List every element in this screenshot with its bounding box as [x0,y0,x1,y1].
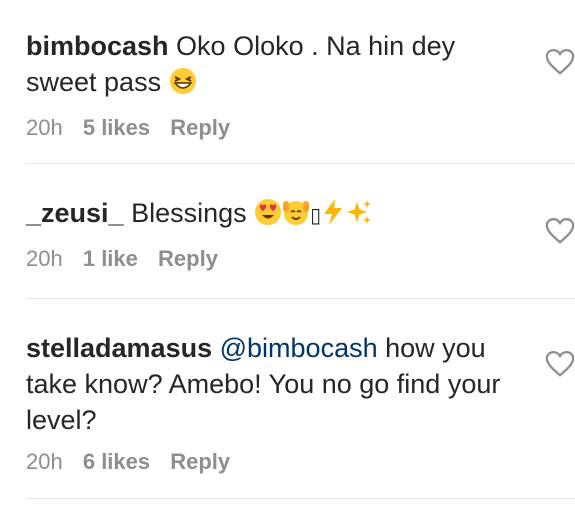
comment-meta: 20h 1 like Reply [26,245,575,273]
raised-hands-face-icon [282,198,310,235]
reply-button[interactable]: Reply [158,246,218,271]
comment-divider [26,498,575,499]
comment-likes[interactable]: 5 likes [83,115,150,140]
comment-likes[interactable]: 6 likes [83,449,150,474]
comment-text: bimbocash Oko Oloko . Na hin dey sweet p… [26,28,526,104]
reply-button[interactable]: Reply [170,115,230,140]
comment-text: _zeusi_ Blessings ▯ [26,195,526,235]
comment-time: 20h [26,115,63,140]
comment-username[interactable]: stelladamasus [26,333,212,363]
comment-time: 20h [26,246,63,271]
comment-username[interactable]: _zeusi_ [26,198,124,228]
high-voltage-icon [321,198,345,235]
comment-username[interactable]: bimbocash [26,31,169,61]
comment-item: bimbocash Oko Oloko . Na hin dey sweet p… [26,28,575,142]
comment-item: stelladamasus @bimbocash how you take kn… [26,330,575,476]
sparkles-icon [345,198,373,235]
comment-mention-link[interactable]: @bimbocash [220,333,378,363]
comment-likes[interactable]: 1 like [83,246,138,271]
heart-outline-icon[interactable] [545,350,575,378]
comment-item: _zeusi_ Blessings ▯ 20h 1 like Reply [26,195,575,273]
unknown-glyph-icon: ▯ [310,203,322,227]
comment-meta: 20h 6 likes Reply [26,448,575,476]
comment-meta: 20h 5 likes Reply [26,114,575,142]
heart-eyes-face-icon [254,198,282,235]
comment-body: Blessings [131,198,247,228]
comment-divider [26,298,575,299]
comment-time: 20h [26,449,63,474]
heart-outline-icon[interactable] [545,48,575,76]
grinning-squinting-face-icon [169,67,197,104]
comment-divider [26,163,575,164]
reply-button[interactable]: Reply [170,449,230,474]
comment-text: stelladamasus @bimbocash how you take kn… [26,330,526,438]
heart-outline-icon[interactable] [545,217,575,245]
